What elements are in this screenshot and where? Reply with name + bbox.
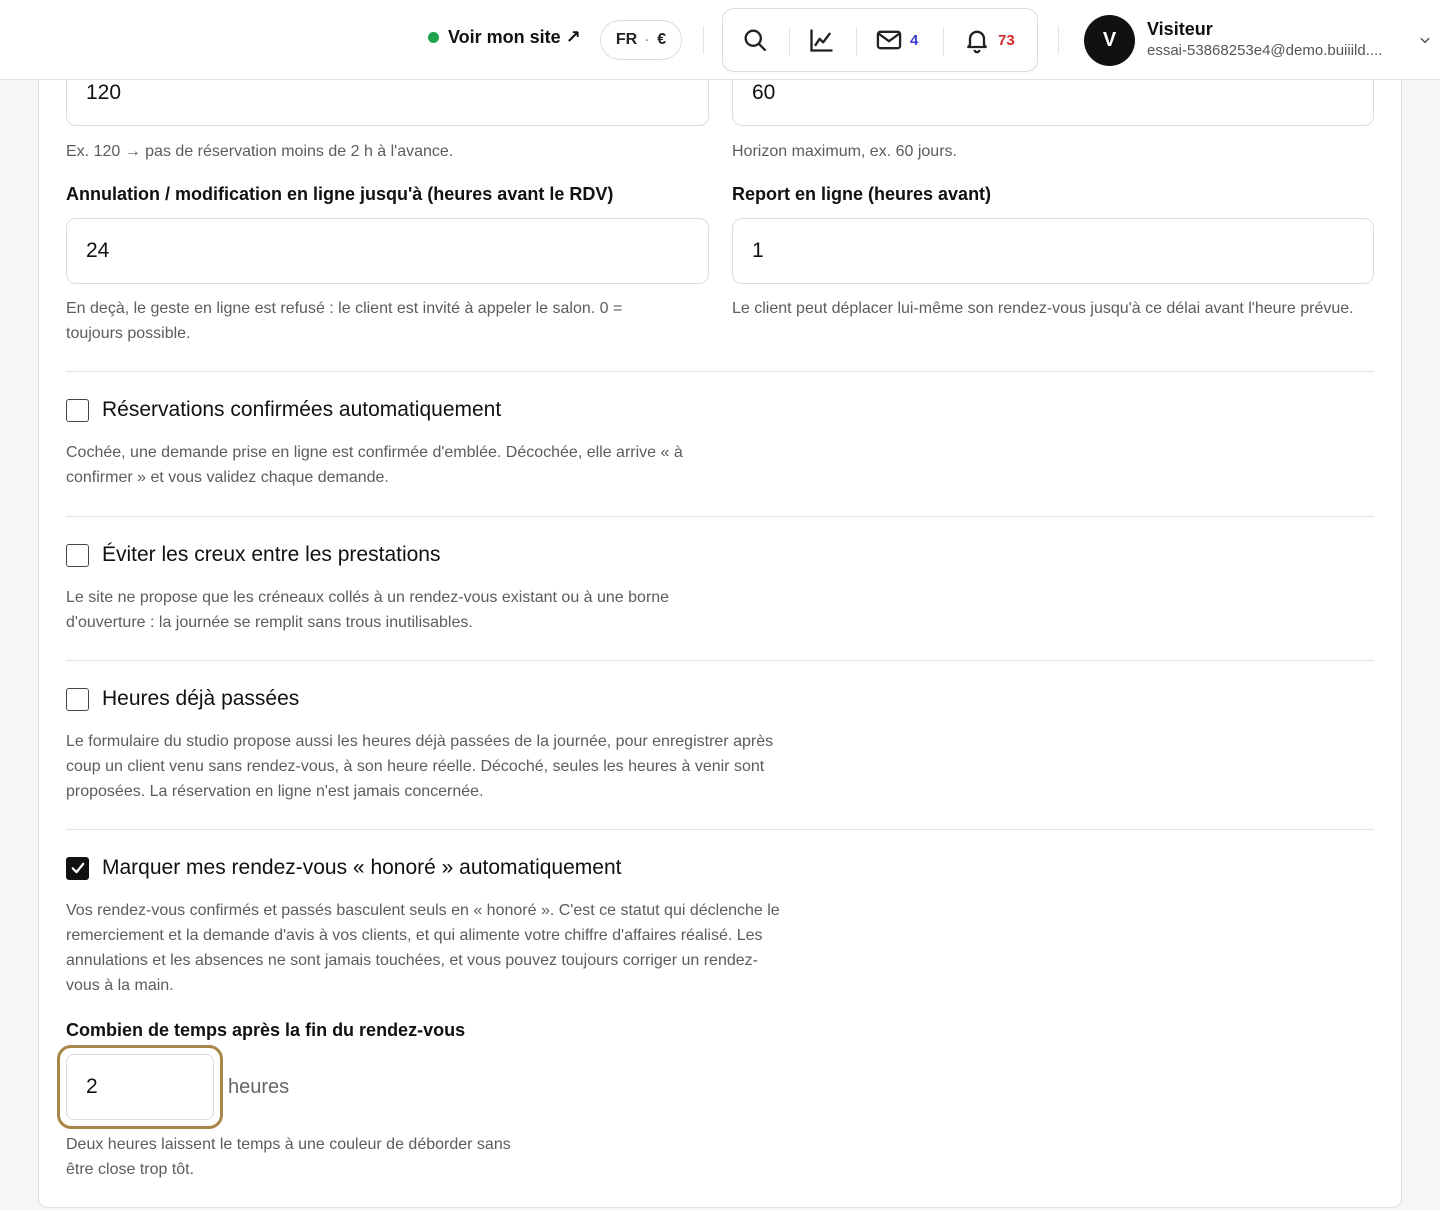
mail-icon	[876, 30, 902, 50]
avoid-gaps-label: Éviter les creux entre les prestations	[102, 543, 441, 566]
notifications-button[interactable]: 73	[963, 26, 1015, 54]
divider	[66, 516, 1374, 517]
delay-after-label: Combien de temps après la fin du rendez-…	[66, 1020, 466, 1040]
chevron-down-icon[interactable]	[1418, 33, 1432, 47]
divider	[703, 26, 704, 54]
separator-dot: ·	[645, 33, 650, 47]
auto-honored-label: Marquer mes rendez-vous « honoré » autom…	[102, 856, 622, 879]
auto-honored-checkbox[interactable]	[66, 856, 89, 880]
divider	[1058, 26, 1059, 54]
auto-honored-option[interactable]: Marquer mes rendez-vous « honoré » autom…	[66, 856, 621, 880]
checkmark-icon	[71, 862, 84, 874]
avoid-gaps-checkbox[interactable]	[66, 543, 89, 567]
past-hours-checkbox[interactable]	[66, 687, 89, 711]
min-delay-hint: Ex. 120 → pas de réservation moins de 2 …	[66, 143, 454, 160]
avoid-gaps-option[interactable]: Éviter les creux entre les prestations	[66, 543, 440, 567]
chart-line-icon	[810, 29, 833, 52]
past-hours-label: Heures déjà passées	[102, 687, 300, 710]
language-currency-selector[interactable]: FR · €	[600, 20, 682, 60]
search-icon	[744, 29, 767, 52]
reschedule-input[interactable]: 1	[732, 218, 1374, 284]
cancel-limit-label: Annulation / modification en ligne jusqu…	[66, 184, 614, 204]
past-hours-hint: Le formulaire du studio propose aussi le…	[66, 733, 774, 800]
toolbar-icon-group: 4 73	[722, 8, 1038, 72]
cancel-limit-input[interactable]: 24	[66, 218, 709, 284]
view-site-link[interactable]: Voir mon site ↗	[428, 27, 581, 48]
notifications-count-badge: 73	[998, 31, 1015, 49]
bell-icon	[967, 30, 987, 54]
search-button[interactable]	[741, 26, 769, 54]
divider	[789, 27, 790, 55]
delay-after-hint: Deux heures laissent le temps à une coul…	[66, 1136, 511, 1178]
reschedule-label: Report en ligne (heures avant)	[732, 184, 992, 204]
cancel-limit-hint: En deçà, le geste en ligne est refusé : …	[66, 300, 623, 342]
horizon-hint: Horizon maximum, ex. 60 jours.	[732, 143, 957, 160]
auto-confirm-hint: Cochée, une demande prise en ligne est c…	[66, 444, 683, 486]
divider	[856, 27, 857, 55]
messages-count-badge: 4	[910, 31, 919, 49]
avoid-gaps-hint: Le site ne propose que les créneaux coll…	[66, 589, 670, 631]
user-email: essai-53868253e4@demo.buiiild....	[1147, 42, 1383, 59]
divider	[66, 829, 1374, 830]
language-code: FR	[615, 31, 638, 48]
reschedule-hint: Le client peut déplacer lui-même son ren…	[732, 300, 1354, 317]
online-status-dot	[428, 32, 439, 43]
stats-button[interactable]	[808, 26, 836, 54]
messages-button[interactable]: 4	[875, 26, 918, 54]
top-bar: Voir mon site ↗ FR · € 4 73 V Visiteur e…	[0, 0, 1440, 80]
delay-after-input[interactable]: 2	[66, 1054, 214, 1120]
past-hours-option[interactable]: Heures déjà passées	[66, 687, 299, 711]
divider	[943, 27, 944, 55]
auto-confirm-checkbox[interactable]	[66, 398, 89, 422]
delay-after-unit: heures	[228, 1076, 290, 1098]
divider	[66, 660, 1374, 661]
avatar[interactable]: V	[1084, 15, 1135, 66]
auto-honored-hint: Vos rendez-vous confirmés et passés basc…	[66, 902, 780, 994]
view-site-label: Voir mon site ↗	[448, 27, 581, 47]
auto-confirm-option[interactable]: Réservations confirmées automatiquement	[66, 398, 501, 422]
user-name: Visiteur	[1147, 19, 1213, 39]
currency-symbol: €	[657, 31, 667, 48]
auto-confirm-label: Réservations confirmées automatiquement	[102, 398, 502, 421]
divider	[66, 371, 1374, 372]
